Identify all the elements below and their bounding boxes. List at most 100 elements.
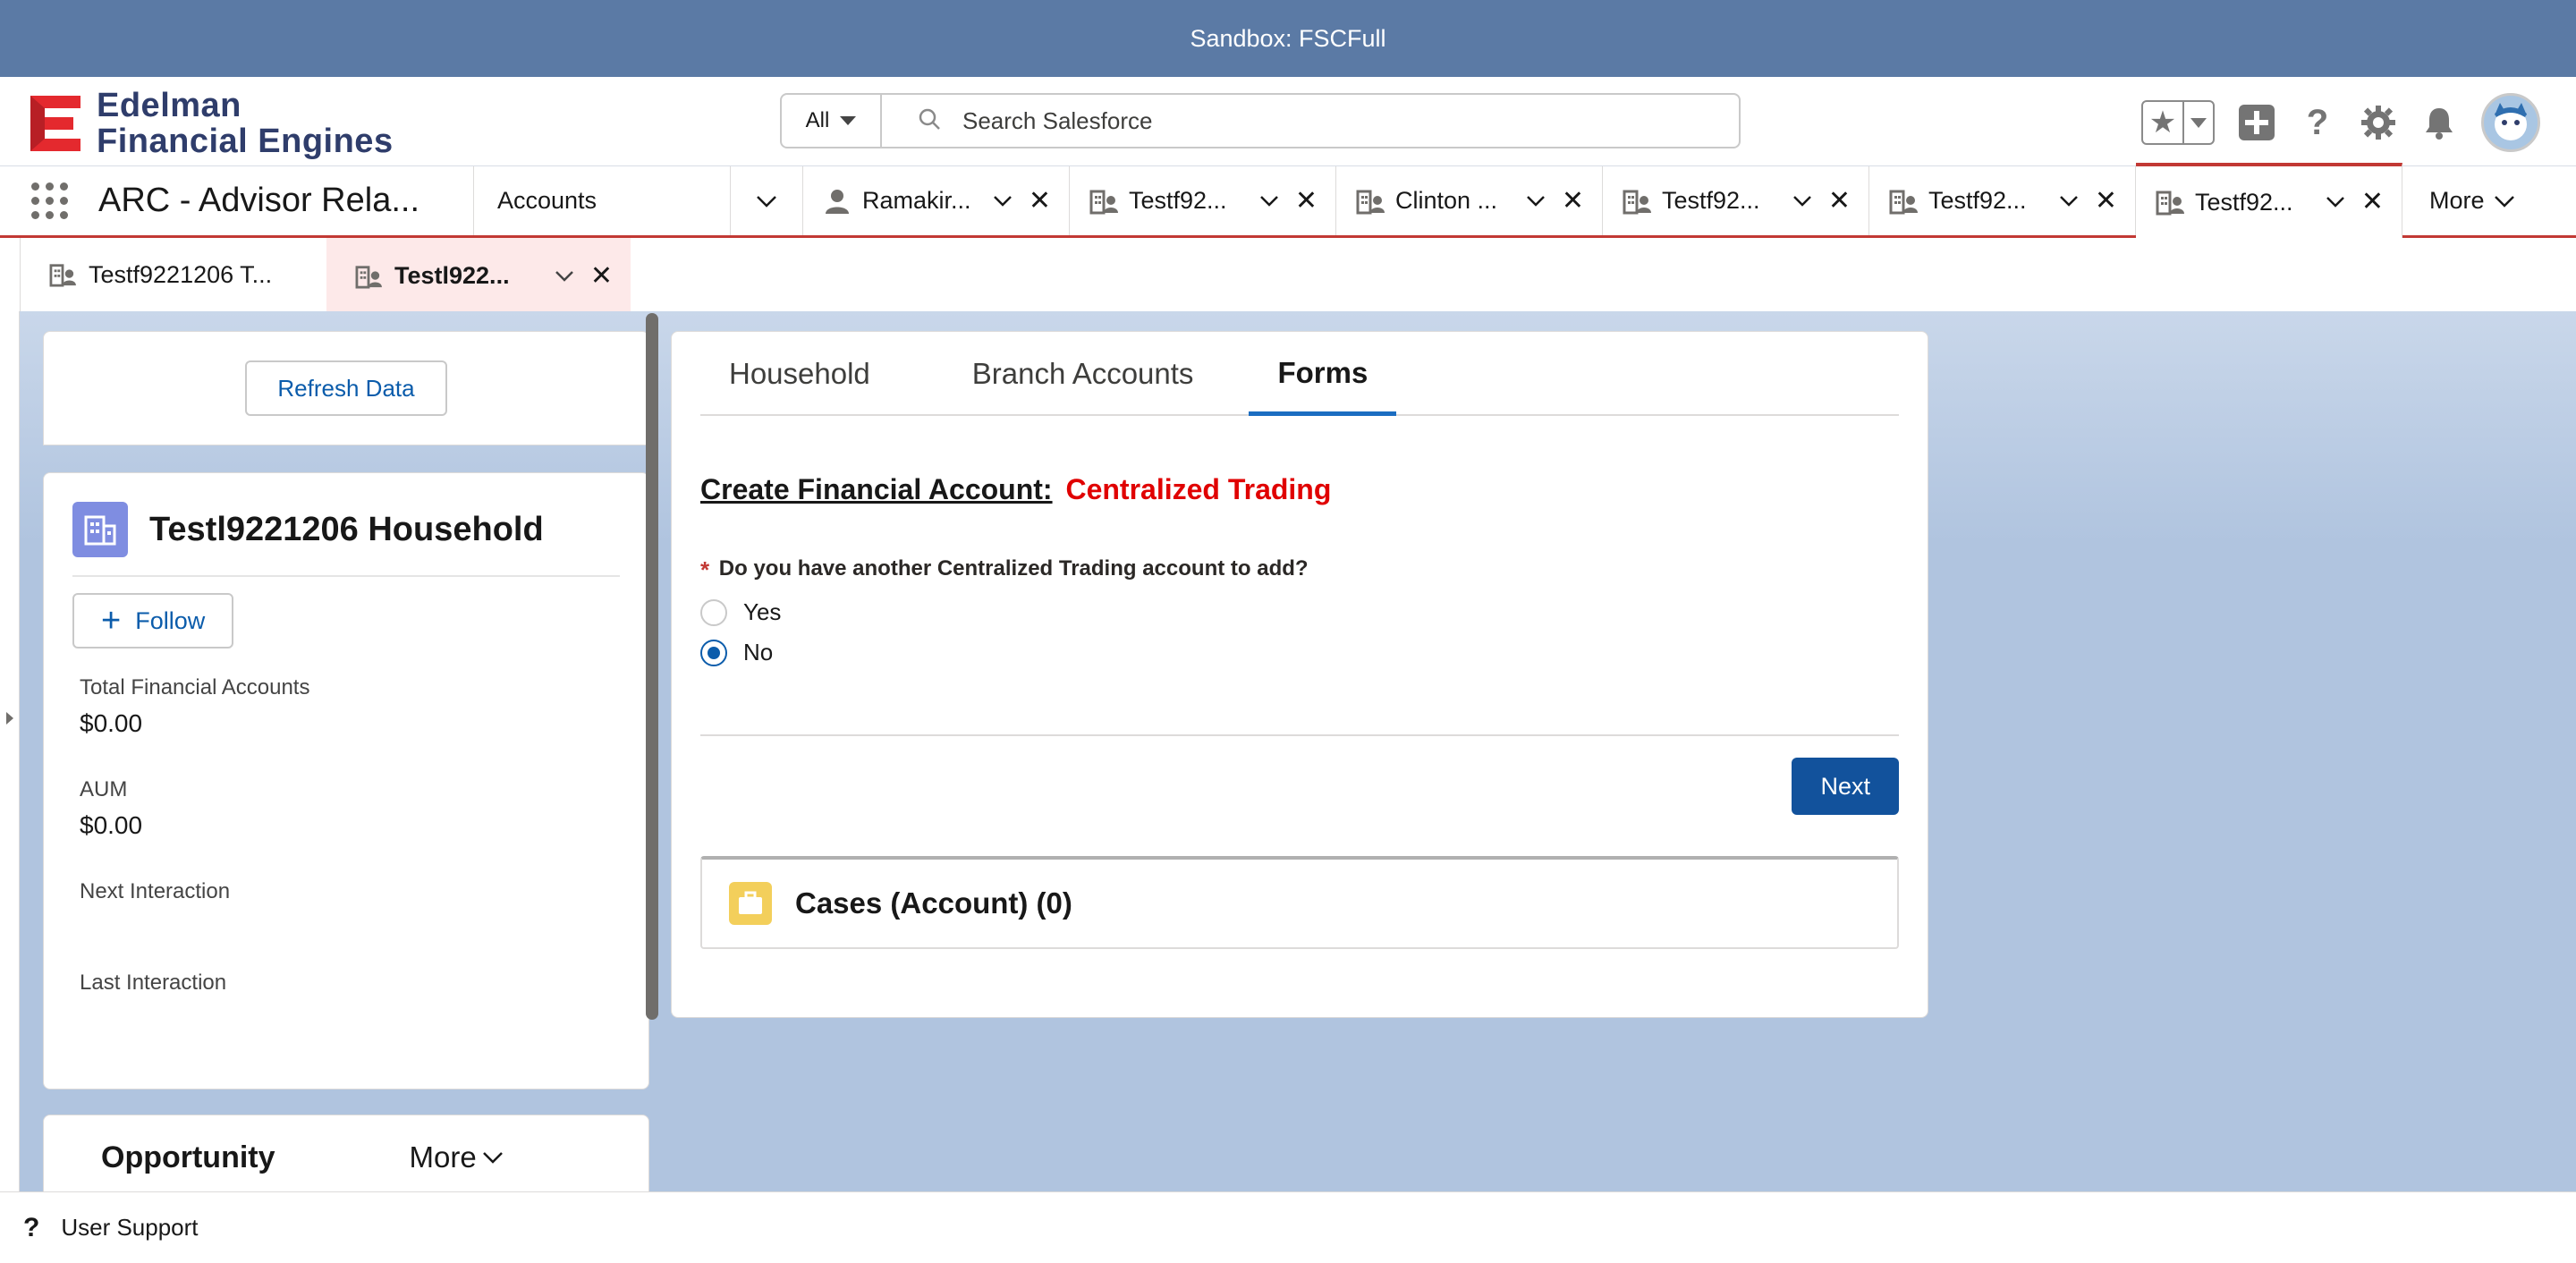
chevron-down-icon	[2190, 117, 2207, 128]
field-value: $0.00	[80, 811, 143, 839]
cases-title[interactable]: Cases (Account) (0)	[795, 886, 1072, 920]
chevron-down-icon[interactable]	[1526, 191, 1546, 211]
help-button[interactable]: ?	[2299, 103, 2336, 142]
accounts-menu-button[interactable]	[730, 166, 803, 235]
close-icon[interactable]: ✕	[2361, 189, 2384, 216]
close-icon[interactable]: ✕	[2095, 187, 2117, 215]
workspace-tab-6-active[interactable]: Testf92... ✕	[2136, 163, 2402, 238]
tab-forms[interactable]: Forms	[1249, 356, 1397, 416]
household-icon	[49, 264, 76, 287]
opportunity-tab[interactable]: Opportunity	[101, 1140, 275, 1175]
workspace-tab-2[interactable]: Testf92... ✕	[1070, 166, 1336, 235]
radio-no[interactable]	[700, 639, 727, 666]
field-label: Next Interaction	[80, 879, 231, 903]
workspace-tab-label: Testf92...	[1928, 187, 2027, 214]
chevron-down-icon[interactable]	[2059, 191, 2079, 211]
subtab-bar: Testf9221206 T... Testl922... ✕	[20, 238, 2576, 311]
close-icon[interactable]: ✕	[590, 262, 613, 290]
user-avatar[interactable]	[2481, 93, 2540, 152]
nav-more-button[interactable]: More	[2402, 166, 2576, 235]
household-icon	[1089, 190, 1118, 214]
workspace-tab-label: Testf92...	[1662, 187, 1760, 214]
next-button[interactable]: Next	[1792, 758, 1899, 815]
favorites-button[interactable]: ★	[2141, 100, 2215, 145]
app-launcher-icon	[30, 182, 68, 219]
search-scope-label: All	[805, 108, 830, 132]
follow-button[interactable]: + Follow	[72, 593, 234, 648]
subtab-label: Testl922...	[394, 262, 510, 289]
radio-option-no[interactable]: No	[700, 639, 1899, 666]
forms-card: Household Branch Accounts Forms Create F…	[671, 331, 1928, 1018]
favorites-list-button[interactable]	[2184, 117, 2213, 128]
notifications-button[interactable]	[2420, 104, 2458, 141]
subtab-label: Testf9221206 T...	[89, 260, 273, 288]
household-icon	[355, 265, 382, 289]
radio-option-yes[interactable]: Yes	[700, 598, 1899, 626]
close-icon[interactable]: ✕	[1828, 187, 1851, 215]
workspace-tab-5[interactable]: Testf92... ✕	[1869, 166, 2136, 235]
chevron-down-icon[interactable]	[1792, 191, 1812, 211]
bell-icon	[2426, 108, 2453, 140]
close-icon[interactable]: ✕	[1295, 187, 1318, 215]
search-icon	[918, 107, 941, 135]
chevron-down-icon[interactable]	[993, 191, 1013, 211]
chevron-down-icon	[2494, 195, 2514, 208]
field-label: Total Financial Accounts	[80, 675, 310, 699]
subtab-1[interactable]: Testf9221206 T...	[21, 238, 326, 311]
sandbox-label: Sandbox: FSCFull	[1190, 24, 1386, 52]
search-input[interactable]	[962, 106, 1678, 135]
global-actions-button[interactable]	[2238, 104, 2275, 141]
subtab-2-active[interactable]: Testl922... ✕	[326, 238, 631, 311]
form-title: Create Financial Account: Centralized Tr…	[700, 473, 1899, 506]
star-icon: ★	[2143, 102, 2184, 143]
workspace-tab-4[interactable]: Testf92... ✕	[1603, 166, 1869, 235]
utility-bar: ? User Support	[0, 1191, 2576, 1263]
chevron-down-icon[interactable]	[1259, 191, 1279, 211]
gear-icon	[2361, 106, 2395, 140]
nav-more-label: More	[2429, 187, 2485, 214]
workspace-tab-3[interactable]: Clinton ... ✕	[1336, 166, 1603, 235]
navigation-bar: ARC - Advisor Rela... Accounts Ramakir..…	[0, 163, 2576, 238]
workspace-tab-1[interactable]: Ramakir... ✕	[803, 166, 1070, 235]
opportunity-more-button[interactable]: More	[410, 1140, 504, 1174]
help-icon: ?	[23, 1212, 40, 1242]
radio-label: No	[743, 639, 774, 665]
app-name: ARC - Advisor Rela...	[98, 166, 474, 235]
case-briefcase-icon	[729, 882, 772, 925]
question-text: Do you have another Centralized Trading …	[718, 556, 1309, 581]
opportunity-more-label: More	[409, 1140, 477, 1174]
record-workspace: Refresh Data Testl9221206 Household + Fo…	[20, 311, 2576, 1191]
app-launcher-button[interactable]	[0, 166, 98, 235]
tab-household[interactable]: Household	[700, 357, 899, 414]
panel-collapse-strip[interactable]	[0, 311, 20, 1191]
form-divider	[700, 734, 1899, 736]
workspace-tab-label: Testf92...	[1129, 187, 1227, 214]
chevron-down-icon	[757, 195, 776, 208]
radio-yes[interactable]	[700, 598, 727, 626]
workspace-tab-label: Ramakir...	[862, 187, 971, 214]
field-next-interaction: Next Interaction	[80, 879, 620, 904]
chevron-down-icon[interactable]	[555, 267, 574, 286]
close-icon[interactable]: ✕	[1029, 187, 1051, 215]
chevron-down-icon[interactable]	[2326, 192, 2345, 212]
follow-label: Follow	[135, 606, 206, 634]
chevron-down-icon	[482, 1152, 503, 1164]
left-panel-scrollbar[interactable]	[646, 313, 658, 1020]
nav-item-accounts[interactable]: Accounts	[474, 166, 730, 235]
global-header: Edelman Financial Engines All ★ ?	[0, 77, 2576, 166]
brand-line-2: Financial Engines	[97, 123, 394, 160]
record-tabs: Household Branch Accounts Forms	[700, 332, 1899, 416]
household-icon	[1889, 190, 1918, 214]
refresh-data-button[interactable]: Refresh Data	[245, 360, 447, 416]
search-scope-dropdown[interactable]: All	[782, 95, 882, 147]
user-support-button[interactable]: User Support	[61, 1214, 198, 1242]
brand-logo[interactable]: Edelman Financial Engines	[27, 88, 394, 159]
person-icon	[826, 189, 849, 214]
sandbox-banner: Sandbox: FSCFull	[0, 0, 2576, 77]
field-label: Last Interaction	[80, 971, 227, 995]
tab-branch-accounts[interactable]: Branch Accounts	[944, 357, 1223, 414]
required-asterisk: *	[700, 556, 710, 583]
setup-button[interactable]	[2360, 104, 2397, 141]
close-icon[interactable]: ✕	[1562, 187, 1584, 215]
field-last-interaction: Last Interaction	[80, 971, 620, 996]
